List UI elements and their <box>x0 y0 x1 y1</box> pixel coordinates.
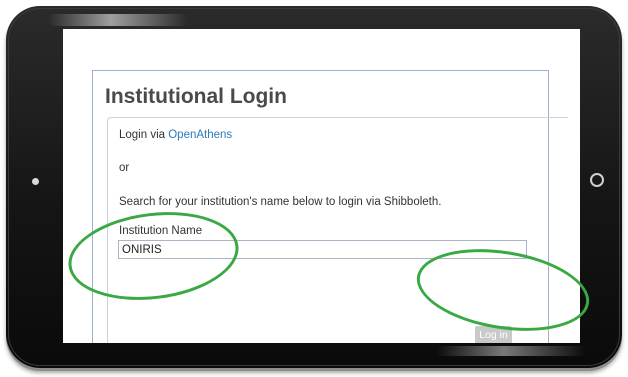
camera-icon <box>32 178 39 185</box>
or-text: or <box>119 162 130 174</box>
openathens-link[interactable]: OpenAthens <box>168 129 232 141</box>
openathens-line: Login via OpenAthens <box>119 129 232 141</box>
page-title: Institutional Login <box>105 85 287 108</box>
bezel-glare-bottom <box>436 346 586 356</box>
openathens-prefix: Login via <box>119 129 169 141</box>
screenshot-canvas: Institutional Login Login via OpenAthens… <box>0 0 628 377</box>
search-instruction: Search for your institution's name below… <box>119 196 442 208</box>
home-button-icon[interactable] <box>590 173 604 187</box>
bezel-glare-top <box>48 14 188 26</box>
